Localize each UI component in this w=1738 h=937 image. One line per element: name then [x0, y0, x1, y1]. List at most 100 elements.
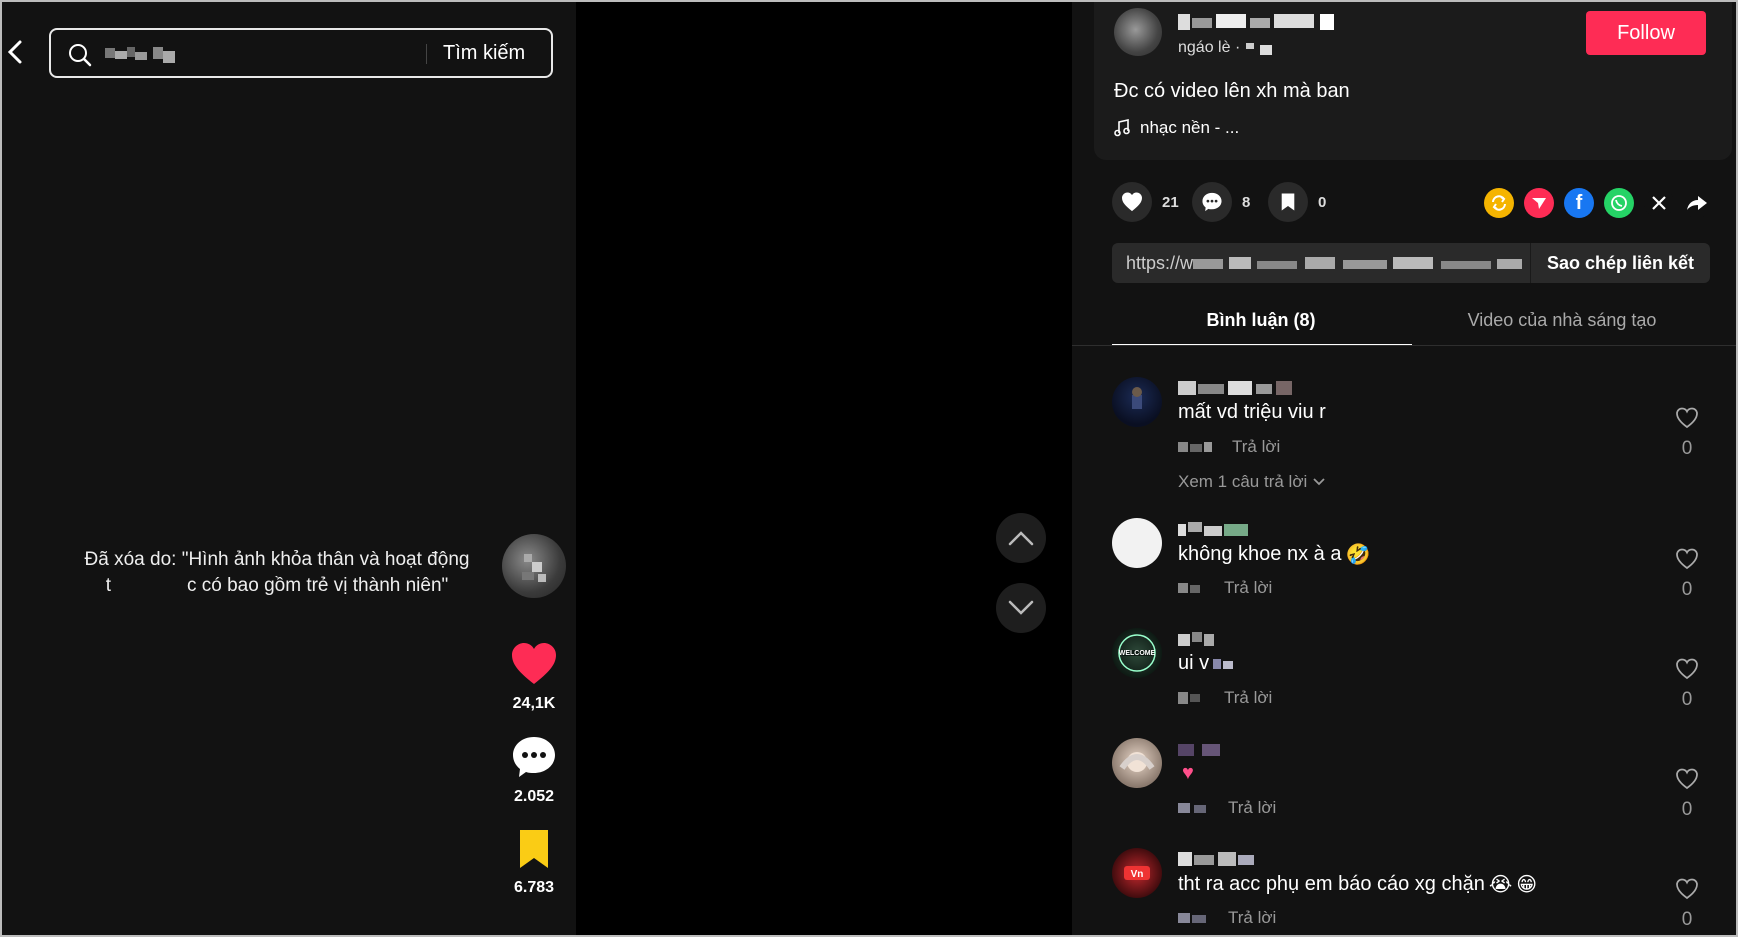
back-icon[interactable] [4, 38, 28, 66]
music-link[interactable]: nhạc nền - ... [1114, 118, 1239, 138]
comment-date-redacted [1178, 803, 1206, 813]
share-icon[interactable] [1682, 188, 1712, 218]
author-subline: ngáo lè · [1178, 39, 1282, 57]
view-replies-label: Xem 1 câu trả lời [1178, 472, 1308, 491]
comment-stat-count: 8 [1242, 193, 1251, 211]
reply-button[interactable]: Trả lời [1232, 437, 1280, 457]
next-video-button[interactable] [996, 583, 1046, 633]
save-stat-count: 0 [1318, 193, 1327, 211]
reply-button[interactable]: Trả lời [1224, 578, 1272, 598]
comment-meta: Trả lời [1178, 437, 1280, 457]
comment-like-button[interactable]: 0 [1670, 768, 1704, 821]
author-username-redacted[interactable] [1178, 12, 1348, 32]
reply-button[interactable]: Trả lời [1228, 908, 1276, 928]
grimace-emoji: 😁 [1516, 874, 1538, 896]
view-replies-button[interactable]: Xem 1 câu trả lời [1178, 472, 1325, 492]
like-count: 24,1K [512, 695, 556, 712]
heart-icon [1122, 192, 1142, 212]
svg-text:WELCOME: WELCOME [1119, 650, 1156, 657]
heart-outline-icon [1676, 878, 1698, 900]
comment-stat[interactable]: 8 [1192, 182, 1250, 222]
bookmark-icon [520, 830, 548, 868]
whatsapp-icon[interactable] [1604, 188, 1634, 218]
comment-username-redacted[interactable] [1178, 852, 1258, 868]
chevron-down-icon [1313, 478, 1325, 486]
like-stat[interactable]: 21 [1112, 182, 1179, 222]
comment-date-redacted [1178, 913, 1206, 923]
comment-like-button[interactable]: 0 [1670, 878, 1704, 931]
detail-tabs: Bình luận (8) Video của nhà sáng tạo [1112, 298, 1732, 346]
comment-like-count: 0 [1681, 689, 1693, 710]
comment-date-redacted [1178, 583, 1200, 593]
save-stat[interactable]: 0 [1268, 182, 1326, 222]
comment-like-button[interactable]: 0 [1670, 658, 1704, 711]
search-divider [426, 44, 427, 64]
follow-button[interactable]: Follow [1586, 11, 1706, 55]
tab-comments[interactable]: Bình luận (8) [1112, 310, 1410, 331]
comment-username-redacted[interactable] [1178, 632, 1218, 648]
rofl-emoji: 🤣 [1345, 544, 1371, 566]
comment-avatar[interactable] [1112, 377, 1162, 427]
comment-avatar[interactable]: WELCOME [1112, 628, 1162, 678]
comment-username-redacted[interactable] [1178, 381, 1298, 397]
music-note-icon [1114, 119, 1130, 137]
comment-like-count: 0 [1681, 909, 1693, 930]
comment-action[interactable]: 2.052 [497, 735, 571, 806]
copy-link-row: https://w Sao chép liên kết [1112, 243, 1710, 283]
search-query-redacted[interactable] [105, 43, 185, 65]
comment-username-redacted[interactable] [1178, 522, 1258, 538]
video-url[interactable]: https://w [1126, 253, 1522, 274]
comment-meta: Trả lời [1178, 798, 1276, 818]
like-stat-count: 21 [1162, 193, 1179, 211]
comment-text: mất vd triệu viu r [1178, 401, 1326, 423]
heart-outline-icon [1676, 658, 1698, 680]
comment-avatar[interactable]: Vn [1112, 848, 1162, 898]
search-button[interactable]: Tìm kiếm [443, 42, 525, 65]
video-player[interactable] [576, 2, 1072, 935]
comment-avatar[interactable] [1112, 518, 1162, 568]
comment-count: 2.052 [513, 788, 555, 805]
comment-username-redacted[interactable] [1178, 742, 1226, 758]
x-icon[interactable] [1644, 188, 1674, 218]
video-info-panel: Tìm kiếm Đã xóa do: "Hình ảnh khỏa thân … [2, 2, 576, 935]
search-icon [67, 42, 93, 68]
video-caption: Đc có video lên xh mà ban [1114, 80, 1350, 102]
author-nickname: ngáo lè · [1178, 39, 1241, 56]
repost-icon[interactable] [1484, 188, 1514, 218]
comment-date-redacted [1178, 692, 1200, 704]
author-avatar[interactable] [1114, 8, 1162, 56]
comment-icon [1202, 192, 1222, 212]
comment-like-button[interactable]: 0 [1670, 407, 1704, 460]
crying-emoji: 😭 [1488, 874, 1513, 896]
save-action[interactable]: 6.783 [497, 828, 571, 897]
send-icon[interactable] [1524, 188, 1554, 218]
chevron-up-icon [1008, 531, 1034, 546]
comment-date-redacted [1178, 442, 1212, 452]
svg-text:Vn: Vn [1131, 869, 1144, 880]
comment-text: ♥ [1178, 762, 1194, 785]
comment-meta: Trả lời [1178, 578, 1272, 598]
copy-link-button[interactable]: Sao chép liên kết [1530, 243, 1710, 283]
facebook-icon[interactable]: f [1564, 188, 1594, 218]
music-title: nhạc nền - ... [1140, 118, 1240, 137]
removed-notice: Đã xóa do: "Hình ảnh khỏa thân và hoạt đ… [84, 549, 470, 596]
heart-outline-icon [1676, 407, 1698, 429]
heart-outline-icon [1676, 768, 1698, 790]
search-bar[interactable]: Tìm kiếm [49, 28, 553, 78]
comment-meta: Trả lời [1178, 908, 1276, 928]
comment-like-count: 0 [1681, 438, 1693, 459]
reply-button[interactable]: Trả lời [1228, 798, 1276, 818]
video-info-card: ngáo lè · Follow Đc có video lên xh mà b… [1094, 2, 1732, 160]
comment-text: tht ra acc phụ em báo cáo xg chặn 😭 😁 [1178, 873, 1538, 896]
previous-video-button[interactable] [996, 513, 1046, 563]
creator-avatar[interactable] [502, 534, 566, 598]
comment-icon [513, 737, 555, 777]
like-action[interactable]: 24,1K [497, 642, 571, 713]
heart-outline-icon [1676, 548, 1698, 570]
comment-avatar[interactable] [1112, 738, 1162, 788]
comment-like-button[interactable]: 0 [1670, 548, 1704, 601]
reply-button[interactable]: Trả lời [1224, 688, 1272, 708]
heart-icon [512, 643, 556, 684]
comment-like-count: 0 [1681, 579, 1693, 600]
tab-creator-videos[interactable]: Video của nhà sáng tạo [1412, 310, 1712, 331]
